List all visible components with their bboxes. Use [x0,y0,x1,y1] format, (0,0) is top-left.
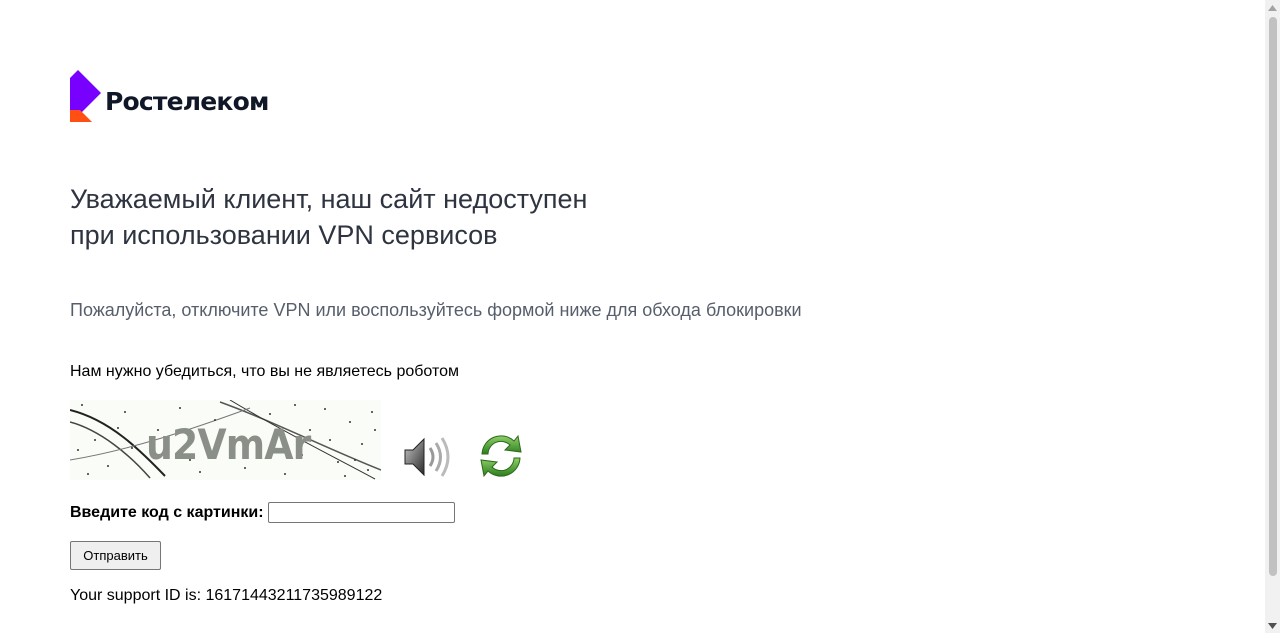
scroll-up-arrow-icon[interactable] [1265,0,1280,15]
page-title-line-1: Уважаемый клиент, наш сайт недоступен [70,184,588,214]
scroll-down-arrow-icon[interactable] [1265,618,1280,633]
support-id-text: Your support ID is: 16171443211735989122 [70,587,383,604]
refresh-captcha-button[interactable] [474,430,528,482]
brand-name: Ростелеком [105,86,269,116]
speaker-icon [404,437,450,477]
page-title-line-2: при использовании VPN сервисов [70,220,498,250]
captcha-code-label: Введите код с картинки: [70,503,264,521]
captcha-image: u2VmAr [70,400,381,480]
captcha-code-text: u2VmAr [146,420,311,469]
captcha-prompt: Нам нужно убедиться, что вы не являетесь… [70,363,459,380]
vertical-scrollbar[interactable] [1265,0,1280,633]
captcha-code-input[interactable] [267,502,455,523]
vpn-instructions: Пожалуйста, отключите VPN или воспользуй… [70,300,802,320]
page-title: Уважаемый клиент, наш сайт недоступен пр… [70,181,587,253]
submit-button[interactable]: Отправить [70,541,161,570]
captcha-code-row: Введите код с картинки: [70,502,455,523]
page: Ростелеком Уважаемый клиент, наш сайт не… [0,0,1280,633]
rostelecom-logo: Ростелеком [70,70,269,122]
scrollbar-thumb[interactable] [1269,17,1277,576]
audio-captcha-button[interactable] [400,432,456,482]
rostelecom-logo-icon [70,70,101,122]
refresh-icon [480,434,522,478]
